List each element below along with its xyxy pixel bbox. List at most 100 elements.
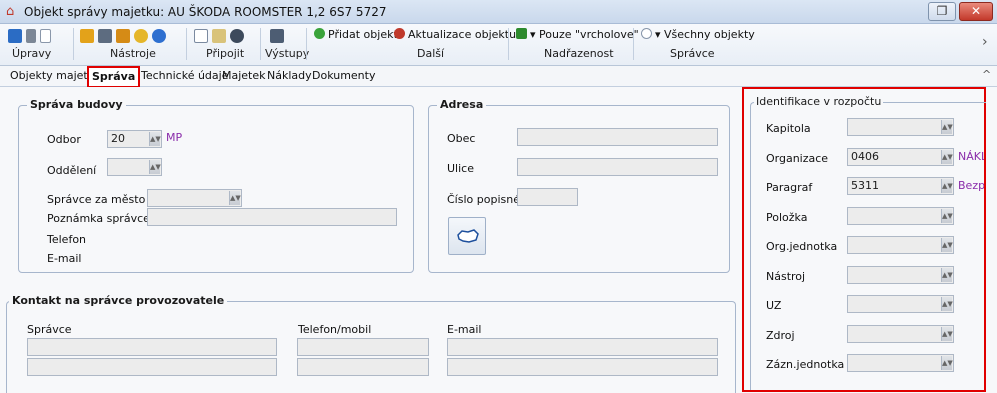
id-select-n-stroj[interactable]: ▲▼ xyxy=(847,266,954,284)
ribbon-group-label: Nástroje xyxy=(110,47,156,60)
grid-tool-icon[interactable] xyxy=(80,29,94,43)
ribbon-separator xyxy=(186,28,187,60)
kontakt-telefon-field-2[interactable] xyxy=(297,358,429,376)
help-icon[interactable] xyxy=(152,29,166,43)
ribbon-separator xyxy=(633,28,634,60)
chevron-right-icon[interactable]: › xyxy=(982,34,988,50)
attach-document-icon[interactable] xyxy=(194,29,208,43)
kontakt-spravce-field-2[interactable] xyxy=(27,358,277,376)
kontakt-email-field-2[interactable] xyxy=(447,358,718,376)
delete-icon[interactable] xyxy=(26,29,36,43)
ulice-field[interactable] xyxy=(517,158,718,176)
dropdown-arrow-icon: ▲▼ xyxy=(941,327,953,341)
attach-note-icon[interactable] xyxy=(212,29,226,43)
new-document-icon[interactable] xyxy=(40,29,51,43)
id-select-polo-ka[interactable]: ▲▼ xyxy=(847,207,954,225)
close-button[interactable]: ✕ xyxy=(959,2,993,21)
cislo-popisne-field[interactable] xyxy=(517,188,578,206)
id-value-organizace: 0406 xyxy=(851,150,879,163)
kontakt-email-field-1[interactable] xyxy=(447,338,718,356)
ribbon-separator xyxy=(508,28,509,60)
id-select-zdroj[interactable]: ▲▼ xyxy=(847,325,954,343)
calendar-icon[interactable] xyxy=(116,29,130,43)
print-icon[interactable] xyxy=(98,29,112,43)
ribbon-group-label: Úpravy xyxy=(12,47,52,60)
ribbon-separator xyxy=(260,28,261,60)
tab-technicke-udaje[interactable]: Technické údaje xyxy=(141,69,228,82)
id-hint-paragraf: Bezp xyxy=(958,179,984,192)
attach-photo-icon[interactable] xyxy=(230,29,244,43)
odbor-select[interactable]: 20 ▲▼ xyxy=(107,130,162,148)
pouze-vrcholove-dropdown[interactable]: ▾ Pouze "vrcholove" xyxy=(516,28,639,41)
title-bar: ⌂ Objekt správy majetku: AU ŠKODA ROOMST… xyxy=(0,0,997,24)
telefon-label: Telefon xyxy=(47,233,87,246)
spravce-select[interactable]: ▲▼ xyxy=(147,189,242,207)
id-select-z-zn-jednotka[interactable]: ▲▼ xyxy=(847,354,954,372)
dropdown-arrow-icon: ▲▼ xyxy=(941,356,953,370)
id-select-paragraf[interactable]: 5311 ▲▼ xyxy=(847,177,954,195)
id-label-organizace: Organizace xyxy=(766,152,829,165)
tab-majetek[interactable]: Majetek xyxy=(222,69,266,82)
id-label-z-zn-jednotka: Zázn.jednotka xyxy=(766,358,845,371)
id-label-n-stroj: Nástroj xyxy=(766,270,806,283)
diamond-icon[interactable] xyxy=(134,29,148,43)
ribbon-toolbar: Úpravy Nástroje Připojit Výstupy Přidat … xyxy=(0,24,997,66)
poznamka-label: Poznámka správce xyxy=(47,212,150,225)
dropdown-arrow-icon: ▲▼ xyxy=(941,268,953,282)
ribbon-group-pripojit: Připojit xyxy=(194,27,262,63)
id-label-paragraf: Paragraf xyxy=(766,181,813,194)
id-hint-organizace: NÁKL xyxy=(958,150,984,163)
cislo-popisne-label: Číslo popisné xyxy=(447,193,520,206)
email-label: E-mail xyxy=(47,252,82,265)
id-label-uz: UZ xyxy=(766,299,782,312)
dropdown-arrow-icon: ▲▼ xyxy=(941,238,953,252)
ulice-label: Ulice xyxy=(447,162,474,175)
kontakt-legend: Kontakt na správce provozovatele xyxy=(9,294,228,307)
ribbon-group-upravy: Úpravy xyxy=(8,27,60,63)
dropdown-arrow-icon: ▲▼ xyxy=(941,209,953,223)
id-select-kapitola[interactable]: ▲▼ xyxy=(847,118,954,136)
id-label-zdroj: Zdroj xyxy=(766,329,795,342)
ribbon-group-nastroje: Nástroje xyxy=(80,27,186,63)
kontakt-telefon-field-1[interactable] xyxy=(297,338,429,356)
sprava-budovy-legend: Správa budovy xyxy=(27,98,126,111)
dropdown-arrow-icon: ▲▼ xyxy=(941,179,953,193)
vsechny-objekty-dropdown[interactable]: ▾ Všechny objekty xyxy=(641,28,755,41)
map-icon xyxy=(457,229,479,243)
id-label-polo-ka: Položka xyxy=(766,211,808,224)
odbor-label: Odbor xyxy=(47,133,81,146)
id-select-org-jednotka[interactable]: ▲▼ xyxy=(847,236,954,254)
id-label-kapitola: Kapitola xyxy=(766,122,811,135)
restore-button[interactable]: ❐ xyxy=(928,2,956,21)
add-object-button[interactable]: Přidat objekt xyxy=(314,28,398,41)
obec-field[interactable] xyxy=(517,128,718,146)
id-select-uz[interactable]: ▲▼ xyxy=(847,295,954,313)
id-value-paragraf: 5311 xyxy=(851,179,879,192)
ribbon-separator xyxy=(306,28,307,60)
spravce-label: Správce za město xyxy=(47,193,146,206)
tab-bar: Objekty majetku Správa Technické údaje M… xyxy=(0,66,997,88)
dropdown-arrow-icon: ▲▼ xyxy=(229,191,241,205)
adresa-legend: Adresa xyxy=(437,98,487,111)
tab-naklady[interactable]: Náklady xyxy=(267,69,312,82)
id-select-organizace[interactable]: 0406 ▲▼ xyxy=(847,148,954,166)
window-title: Objekt správy majetku: AU ŠKODA ROOMSTER… xyxy=(24,5,387,19)
odbor-value: 20 xyxy=(111,132,125,145)
ribbon-group-vystupy: Výstupy xyxy=(264,27,310,63)
obec-label: Obec xyxy=(447,132,476,145)
output-printer-icon[interactable] xyxy=(270,29,284,43)
oddeleni-select[interactable]: ▲▼ xyxy=(107,158,162,176)
content-area: Správa budovy Odbor 20 ▲▼ MP Oddělení ▲▼… xyxy=(0,87,997,393)
kontakt-spravce-field-1[interactable] xyxy=(27,338,277,356)
update-object-button[interactable]: Aktualizace objektu xyxy=(394,28,516,41)
chevron-up-icon[interactable]: ^ xyxy=(982,68,991,81)
tab-dokumenty[interactable]: Dokumenty xyxy=(312,69,375,82)
poznamka-field[interactable] xyxy=(147,208,397,226)
crosshair-icon xyxy=(641,28,652,39)
tab-sprava[interactable]: Správa xyxy=(87,66,141,88)
ribbon-group-label: Výstupy xyxy=(265,47,310,60)
map-button[interactable] xyxy=(448,217,486,255)
edit-icon[interactable] xyxy=(8,29,22,43)
ribbon-group-label: Nadřazenost xyxy=(544,47,614,60)
refresh-icon xyxy=(394,28,405,39)
